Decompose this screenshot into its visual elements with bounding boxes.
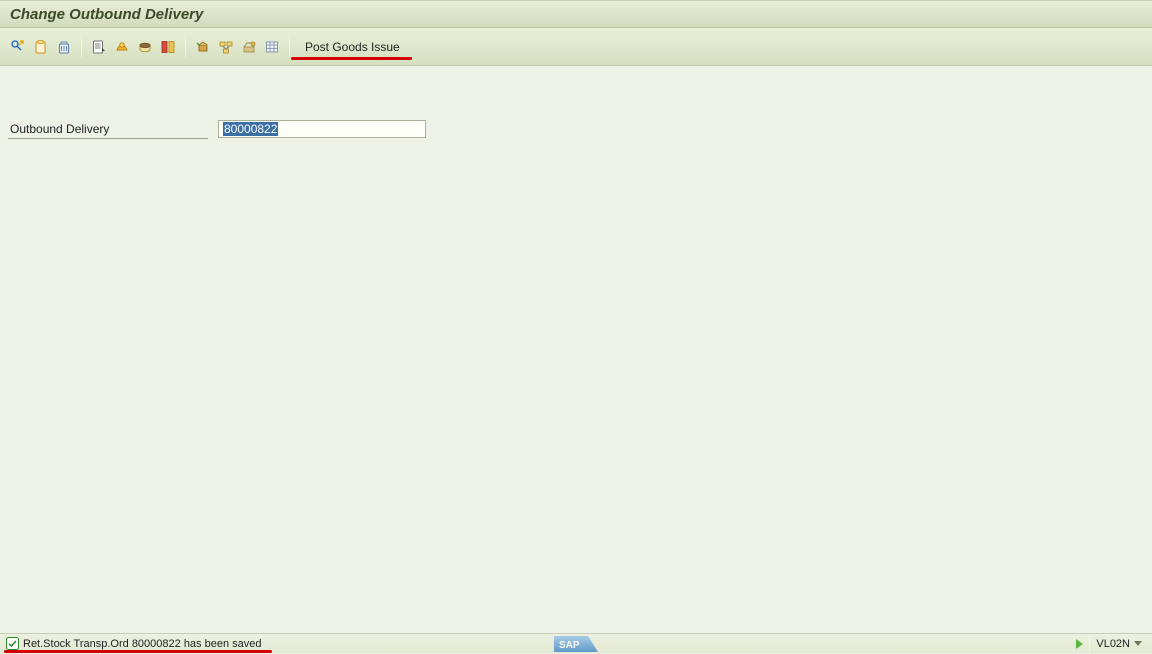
title-bar: Change Outbound Delivery — [0, 0, 1152, 28]
header-details-icon[interactable] — [89, 37, 109, 57]
tcode-label: VL02N — [1096, 638, 1130, 650]
status-message: Ret.Stock Transp.Ord 80000822 has been s… — [23, 638, 262, 650]
services-icon[interactable] — [239, 37, 259, 57]
outbound-delivery-row: Outbound Delivery 80000822 — [8, 120, 426, 138]
display-change-icon[interactable] — [8, 37, 28, 57]
post-goods-icon[interactable] — [193, 37, 213, 57]
toolbar-separator — [81, 37, 82, 57]
split-icon[interactable] — [158, 37, 178, 57]
delete-icon[interactable] — [54, 37, 74, 57]
dropdown-icon — [1134, 641, 1142, 646]
toolbar-separator — [289, 37, 290, 57]
other-delivery-icon[interactable] — [31, 37, 51, 57]
overview-icon[interactable] — [262, 37, 282, 57]
statusbar-separator — [1089, 636, 1090, 652]
post-goods-issue-button[interactable]: Post Goods Issue — [303, 37, 402, 56]
sap-logo: SAP — [554, 634, 598, 654]
content-area: Outbound Delivery 80000822 — [0, 66, 1152, 633]
page-title: Change Outbound Delivery — [10, 6, 203, 23]
tcode-menu[interactable]: VL02N — [1096, 638, 1146, 650]
incompleteness-icon[interactable] — [135, 37, 155, 57]
status-message-area: Ret.Stock Transp.Ord 80000822 has been s… — [6, 637, 262, 650]
status-bar: Ret.Stock Transp.Ord 80000822 has been s… — [0, 633, 1152, 653]
success-icon — [6, 637, 19, 650]
annotation-underline — [291, 57, 412, 60]
field-underline — [8, 138, 208, 139]
status-right: VL02N — [1076, 636, 1146, 652]
outbound-delivery-label: Outbound Delivery — [8, 122, 218, 136]
pack-icon[interactable] — [112, 37, 132, 57]
document-flow-icon[interactable] — [216, 37, 236, 57]
outbound-delivery-value: 80000822 — [223, 122, 278, 136]
outbound-delivery-input[interactable]: 80000822 — [218, 120, 426, 138]
application-toolbar: Post Goods Issue — [0, 28, 1152, 66]
session-open-icon[interactable] — [1076, 639, 1083, 649]
svg-text:SAP: SAP — [559, 640, 580, 651]
toolbar-separator — [185, 37, 186, 57]
